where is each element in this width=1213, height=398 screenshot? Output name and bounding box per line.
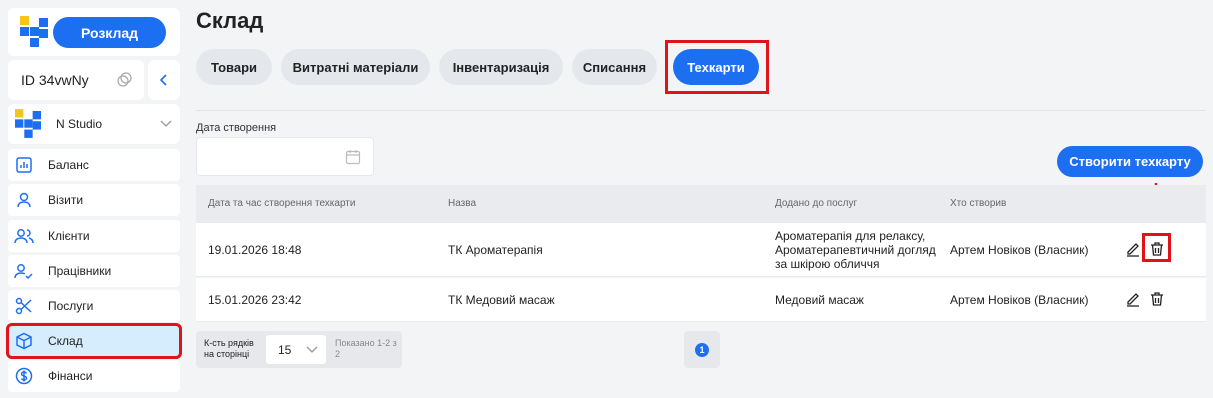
row-creator: Артем Новіков (Власник) <box>950 243 1089 257</box>
sidebar-item-label: Візити <box>48 193 84 207</box>
tab-goods[interactable]: Товари <box>196 49 272 85</box>
sidebar-item-label: Послуги <box>48 299 94 313</box>
page-number: 1 <box>695 342 709 357</box>
row-services: Ароматерапія для релаксу, Ароматерапевти… <box>775 229 945 271</box>
table-row[interactable]: 19.01.2026 18:48 ТК Ароматерапія Аромате… <box>196 223 1206 277</box>
date-filter-input[interactable] <box>196 137 374 176</box>
sidebar-item-warehouse[interactable]: Склад <box>6 323 182 359</box>
chart-icon <box>14 155 34 175</box>
sidebar-item-label: Клієнти <box>48 229 90 243</box>
chevron-down-icon <box>306 346 318 353</box>
studio-name: N Studio <box>56 117 103 131</box>
sidebar-item-staff[interactable]: Працівники <box>8 255 180 287</box>
service-line: Ароматерапія для релаксу, <box>775 229 926 243</box>
shown-count: Показано 1-2 з 2 <box>335 338 397 359</box>
column-header: Назва <box>448 198 477 209</box>
sidebar-item-label: Склад <box>48 334 83 348</box>
service-line: Ароматерапевтичний догляд <box>775 243 936 257</box>
schedule-button[interactable]: Розклад <box>53 17 166 48</box>
column-header: Додано до послуг <box>775 198 858 209</box>
column-header: Дата та час створення техкарти <box>208 198 356 209</box>
row-creator: Артем Новіков (Власник) <box>950 293 1089 307</box>
highlight-delete-box <box>1142 233 1171 262</box>
studio-selector[interactable]: N Studio <box>8 104 180 144</box>
divider <box>196 110 1206 111</box>
app-logo <box>20 16 48 47</box>
box-icon <box>14 331 34 351</box>
trash-icon[interactable] <box>1149 291 1165 307</box>
copy-icon[interactable] <box>116 72 132 88</box>
sidebar-item-visits[interactable]: Візити <box>8 184 180 216</box>
sidebar: Розклад ID 34vwNy N Studio Баланс Візити… <box>0 0 188 398</box>
users-icon <box>14 226 34 246</box>
sidebar-item-label: Фінанси <box>48 369 93 383</box>
column-header: Хто створив <box>950 198 1007 209</box>
user-icon <box>14 190 34 210</box>
tab-inventory[interactable]: Інвентаризація <box>439 49 563 85</box>
account-id-card: ID 34vwNy <box>8 60 144 100</box>
rows-per-page-value: 15 <box>278 343 292 357</box>
sidebar-item-label: Баланс <box>48 158 89 172</box>
service-line: за шкірою обличчя <box>775 257 880 271</box>
sidebar-item-clients[interactable]: Клієнти <box>8 220 180 252</box>
sidebar-item-label: Працівники <box>48 264 112 278</box>
account-id: ID 34vwNy <box>21 72 89 88</box>
sidebar-item-services[interactable]: Послуги <box>8 290 180 322</box>
scissors-icon <box>14 296 34 316</box>
row-actions <box>1125 291 1165 307</box>
row-date: 19.01.2026 18:48 <box>208 243 302 257</box>
row-name: ТК Ароматерапія <box>448 243 543 257</box>
main-content: Склад Товари Витратні матеріали Інвентар… <box>196 0 1213 398</box>
date-filter-label: Дата створення <box>196 122 277 134</box>
page-title: Склад <box>196 8 264 33</box>
collapse-sidebar-button[interactable] <box>148 60 180 100</box>
page-button[interactable]: 1 <box>684 331 720 368</box>
service-line: Медовий масаж <box>775 293 864 307</box>
row-name: ТК Медовий масаж <box>448 293 555 307</box>
tab-consumables[interactable]: Витратні матеріали <box>281 49 430 85</box>
staff-icon <box>14 261 34 281</box>
edit-icon[interactable] <box>1125 241 1141 257</box>
studio-logo <box>15 109 41 138</box>
logo-card: Розклад <box>8 8 180 56</box>
sidebar-item-finance[interactable]: Фінанси <box>8 360 180 392</box>
pagination-controls: К-сть рядків на сторінці 15 Показано 1-2… <box>196 331 402 368</box>
row-date: 15.01.2026 23:42 <box>208 293 302 307</box>
row-services: Медовий масаж <box>775 293 945 307</box>
create-tech-card-button[interactable]: Створити техкарту <box>1057 146 1203 177</box>
table-row[interactable]: 15.01.2026 23:42 ТК Медовий масаж Медови… <box>196 278 1206 322</box>
rows-per-page-label: К-сть рядків на сторінці <box>204 338 254 359</box>
chevron-left-icon <box>159 74 167 86</box>
chevron-down-icon <box>160 120 172 127</box>
calendar-icon <box>345 150 361 165</box>
rows-per-page-select[interactable]: 15 <box>266 335 326 364</box>
highlight-tab-box <box>665 40 769 94</box>
table-header: Дата та час створення техкарти Назва Дод… <box>196 185 1206 223</box>
dollar-icon <box>14 366 34 386</box>
edit-icon[interactable] <box>1125 291 1141 307</box>
sidebar-item-balance[interactable]: Баланс <box>8 149 180 181</box>
tab-write-offs[interactable]: Списання <box>572 49 657 85</box>
